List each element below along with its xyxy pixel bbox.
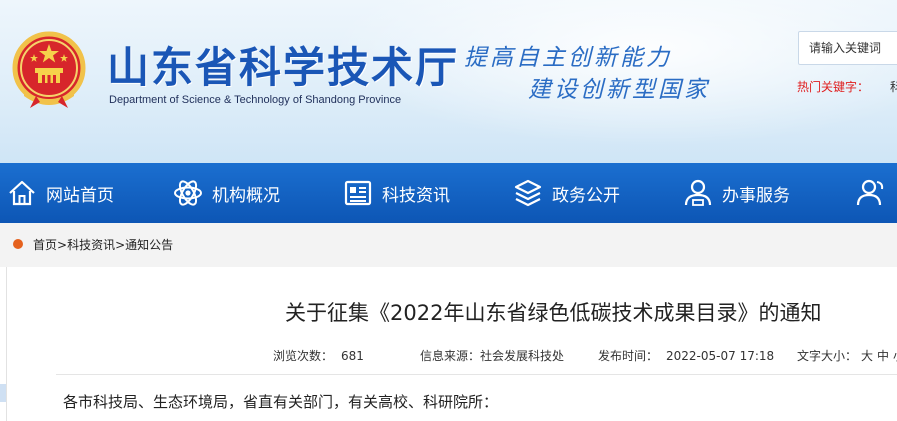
source-value: 社会发展科技处 (480, 349, 565, 363)
site-header: 山东省科学技术厅 Department of Science & Technol… (0, 0, 897, 163)
hot-keywords-label: 热门关键字： (797, 80, 870, 94)
news-icon (344, 180, 372, 206)
user-icon (684, 179, 712, 206)
article-title: 关于征集《2022年山东省绿色低碳技术成果目录》的通知 (285, 301, 822, 325)
slogan-line-1: 提高自主创新能力 (464, 45, 672, 71)
nav-item-label: 政务公开 (552, 185, 620, 206)
font-size-large-button[interactable]: 大 (861, 349, 873, 363)
views-label: 浏览次数： (273, 349, 334, 363)
font-size-small-button[interactable]: 小 (893, 349, 897, 363)
breadcrumb-home-link[interactable]: 首页 (33, 238, 57, 252)
nav-item-label: 机构概况 (212, 185, 280, 206)
article-salutation: 各市科技局、生态环境局，省直有关部门，有关高校、科研院所： (63, 393, 499, 411)
date-label: 发布时间： (598, 349, 659, 363)
source-label: 信息来源： (420, 349, 481, 363)
source-meta: 信息来源：社会发展科技处 (420, 347, 564, 364)
search-input[interactable] (798, 31, 897, 65)
date-value: 2022-05-07 17:18 (666, 349, 775, 363)
breadcrumb-separator: > (57, 238, 68, 252)
main-nav: 网站首页 机构概况 科技资讯 政务公开 办事服务 (0, 163, 897, 223)
site-title[interactable]: 山东省科学技术厅 (107, 34, 459, 95)
breadcrumb-section-link[interactable]: 科技资讯 (67, 238, 115, 252)
font-size-meta: 文字大小：大中小 (797, 347, 897, 364)
users-icon (856, 179, 884, 206)
breadcrumb-bullet-icon (13, 239, 23, 249)
side-tab-handle[interactable] (0, 384, 6, 402)
meta-divider (56, 374, 897, 375)
nav-item-about[interactable]: 机构概况 (172, 163, 280, 223)
date-meta: 发布时间： 2022-05-07 17:18 (598, 347, 774, 364)
nav-item-label: 办事服务 (722, 185, 790, 206)
hot-keyword-link[interactable]: 科 (890, 78, 897, 95)
nav-item-government-affairs[interactable]: 政务公开 (512, 163, 620, 223)
home-icon (9, 180, 35, 206)
atom-icon (174, 180, 202, 206)
nav-item-news[interactable]: 科技资讯 (342, 163, 450, 223)
layers-icon (514, 179, 542, 207)
national-emblem-icon[interactable] (10, 30, 88, 110)
nav-item-services[interactable]: 办事服务 (682, 163, 790, 223)
font-size-label: 文字大小： (797, 349, 858, 363)
views-value: 681 (341, 349, 364, 363)
views-meta: 浏览次数： 681 (273, 347, 364, 364)
site-subtitle: Department of Science & Technology of Sh… (109, 94, 402, 106)
breadcrumb-current-link[interactable]: 通知公告 (125, 238, 173, 252)
breadcrumb: 首页>科技资讯>通知公告 (33, 236, 173, 253)
font-size-medium-button[interactable]: 中 (877, 349, 889, 363)
nav-item-home[interactable]: 网站首页 (6, 163, 114, 223)
nav-item-label: 科技资讯 (382, 185, 450, 206)
nav-item-interaction[interactable] (856, 163, 896, 223)
nav-item-label: 网站首页 (46, 185, 114, 206)
breadcrumb-separator: > (115, 238, 126, 252)
slogan-line-2: 建设创新型国家 (528, 77, 710, 103)
